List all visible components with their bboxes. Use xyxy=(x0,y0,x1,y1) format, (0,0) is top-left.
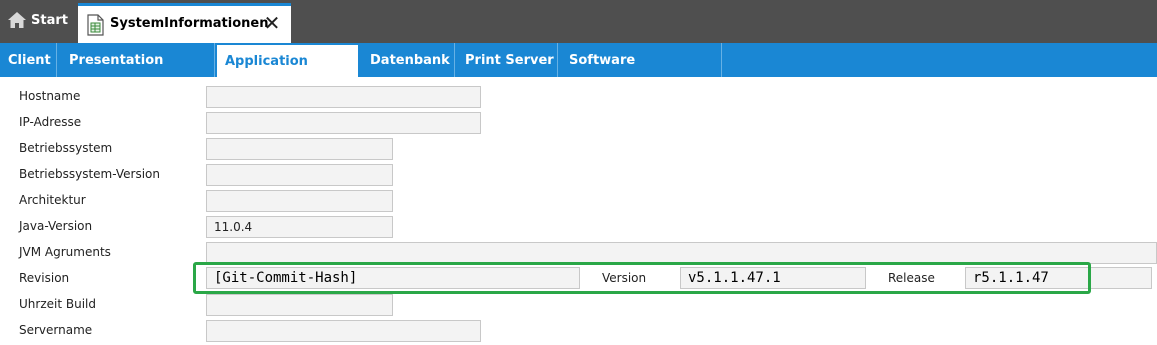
ip-address-field[interactable] xyxy=(206,112,481,134)
hostname-field[interactable] xyxy=(206,86,481,108)
revision-label: Revision xyxy=(19,271,70,285)
close-icon[interactable]: ✕ xyxy=(261,11,283,35)
servername-field[interactable] xyxy=(206,320,481,342)
architecture-label: Architektur xyxy=(19,193,86,207)
document-icon xyxy=(87,14,104,36)
subtab-bar: Client Presentation Server Application S… xyxy=(0,43,1157,104)
os-version-field[interactable] xyxy=(206,164,393,186)
home-icon xyxy=(8,12,26,28)
tab-systeminformationen-label: SystemInformationen xyxy=(110,16,269,31)
tab-start[interactable]: Start xyxy=(0,0,75,43)
hostname-label: Hostname xyxy=(19,89,81,103)
subtab-software-schutzcode[interactable]: Software Schutzcode xyxy=(561,43,722,104)
subtab-client[interactable]: Client xyxy=(0,43,57,77)
build-time-label: Uhrzeit Build xyxy=(19,297,96,311)
servername-label: Servername xyxy=(19,323,93,337)
os-label: Betriebssystem xyxy=(19,141,113,155)
os-field[interactable] xyxy=(206,138,393,160)
tab-start-label: Start xyxy=(31,13,68,28)
tab-systeminformationen[interactable]: SystemInformationen ✕ xyxy=(78,3,291,43)
subtab-print-server[interactable]: Print Server xyxy=(457,43,558,77)
subtab-presentation-server[interactable]: Presentation Server xyxy=(61,43,215,104)
jvm-arguments-label: JVM Agruments xyxy=(19,245,111,259)
java-version-field[interactable]: 11.0.4 xyxy=(206,216,393,238)
subtab-application-server[interactable]: Application Server xyxy=(217,45,358,102)
ip-address-label: IP-Adresse xyxy=(19,115,82,129)
architecture-field[interactable] xyxy=(206,190,393,212)
os-version-label: Betriebssystem-Version xyxy=(19,167,160,181)
subtab-datenbank[interactable]: Datenbank xyxy=(362,43,455,77)
top-tab-bar: Start SystemInformationen ✕ xyxy=(0,0,1157,43)
java-version-label: Java-Version xyxy=(19,219,93,233)
highlight-box xyxy=(193,262,1091,294)
build-time-field[interactable] xyxy=(206,294,393,316)
jvm-arguments-field[interactable] xyxy=(206,242,1157,264)
